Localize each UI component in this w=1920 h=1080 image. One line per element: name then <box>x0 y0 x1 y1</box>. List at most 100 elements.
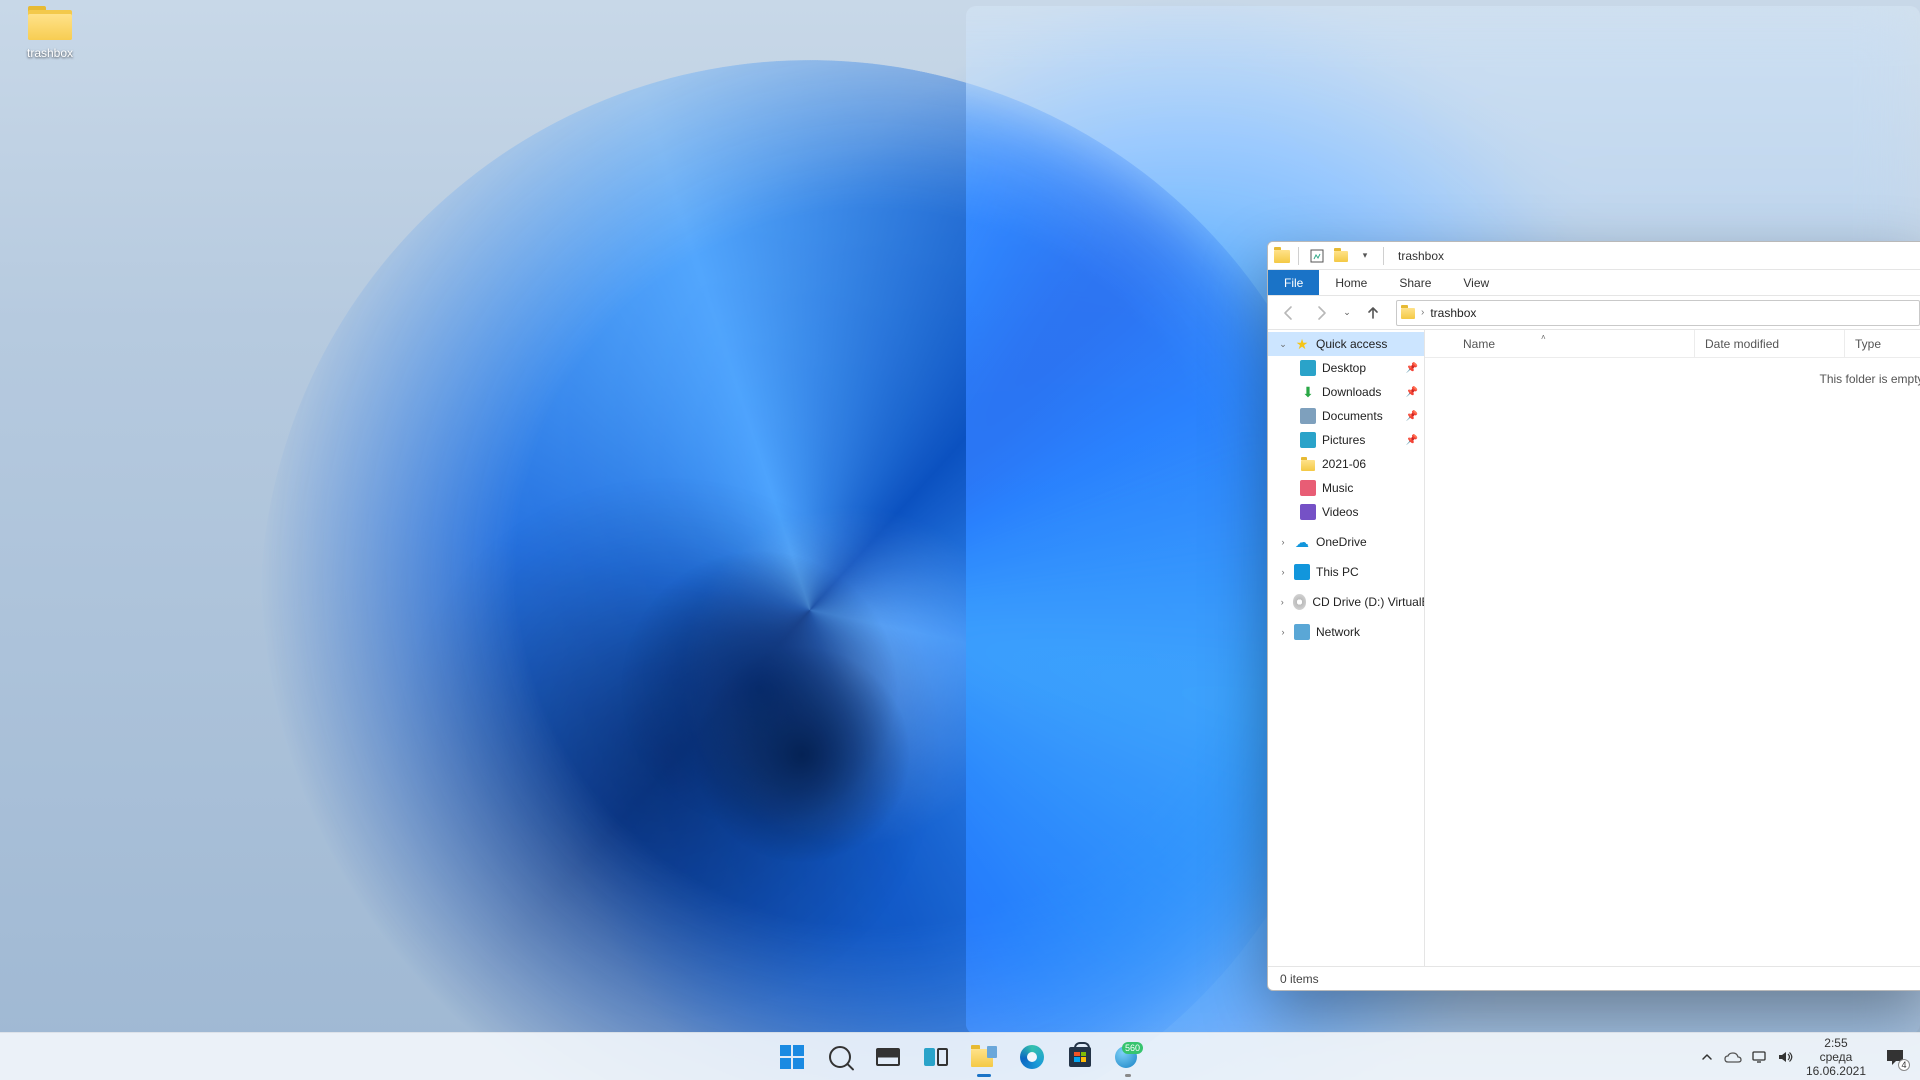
navpane-onedrive[interactable]: › ☁ OneDrive <box>1268 530 1424 554</box>
nav-up-button[interactable] <box>1358 299 1388 327</box>
column-type[interactable]: Type <box>1845 330 1920 357</box>
taskbar-center: 560 <box>770 1033 1150 1080</box>
column-date[interactable]: Date modified <box>1695 330 1845 357</box>
tray-volume-icon[interactable] <box>1774 1037 1796 1077</box>
ribbon-tab-home[interactable]: Home <box>1319 270 1383 295</box>
sort-asc-icon: ˄ <box>1541 333 1546 342</box>
window-icon <box>1274 248 1290 264</box>
navpane-recent-folder[interactable]: 2021-06 <box>1268 452 1424 476</box>
pin-icon: 📌 <box>1406 411 1418 422</box>
navigation-pane[interactable]: ⌄ ★ Quick access Desktop 📌 ⬇ Downloads 📌… <box>1268 330 1425 966</box>
pin-icon: 📌 <box>1406 387 1418 398</box>
separator <box>1298 247 1299 265</box>
explorer-body: ⌄ ★ Quick access Desktop 📌 ⬇ Downloads 📌… <box>1268 330 1920 966</box>
disc-icon <box>1293 594 1307 610</box>
desktop-icon <box>1300 360 1316 376</box>
navpane-label: OneDrive <box>1316 535 1367 549</box>
taskbar-app-edge[interactable] <box>1010 1035 1054 1079</box>
network-icon <box>1294 624 1310 640</box>
column-label: Date modified <box>1705 337 1779 351</box>
navpane-music[interactable]: Music <box>1268 476 1424 500</box>
navpane-desktop[interactable]: Desktop 📌 <box>1268 356 1424 380</box>
window-title: trashbox <box>1398 249 1444 263</box>
navpane-quick-access[interactable]: ⌄ ★ Quick access <box>1268 332 1424 356</box>
start-button[interactable] <box>770 1035 814 1079</box>
tray-network-icon[interactable] <box>1748 1037 1770 1077</box>
star-icon: ★ <box>1294 336 1310 352</box>
taskbar[interactable]: 560 2:55 среда 16.06.2021 <box>0 1032 1920 1080</box>
desktop-icon-label: trashbox <box>10 46 90 60</box>
qat-properties-icon[interactable] <box>1307 245 1327 267</box>
navpane-label: 2021-06 <box>1322 457 1366 471</box>
chevron-right-icon[interactable]: › <box>1278 537 1288 547</box>
status-items: 0 items <box>1280 972 1319 986</box>
navpane-label: This PC <box>1316 565 1359 579</box>
navpane-label: Pictures <box>1322 433 1365 447</box>
navpane-this-pc[interactable]: › This PC <box>1268 560 1424 584</box>
qat-newfolder-icon[interactable] <box>1331 245 1351 267</box>
breadcrumb-item[interactable]: trashbox <box>1430 306 1476 320</box>
music-icon <box>1300 480 1316 496</box>
column-name[interactable]: Name ˄ <box>1425 330 1695 357</box>
tray-onedrive-icon[interactable] <box>1722 1037 1744 1077</box>
globe-icon: 560 <box>1115 1046 1141 1068</box>
column-headers: Name ˄ Date modified Type <box>1425 330 1920 358</box>
navpane-label: Downloads <box>1322 385 1381 399</box>
taskbar-app-chat[interactable]: 560 <box>1106 1035 1150 1079</box>
tray-chevron-button[interactable] <box>1696 1037 1718 1077</box>
ribbon-tabs: File Home Share View <box>1268 270 1920 296</box>
pin-icon: 📌 <box>1406 435 1418 446</box>
chevron-right-icon: › <box>1421 307 1424 318</box>
pc-icon <box>1294 564 1310 580</box>
taskview-button[interactable] <box>866 1035 910 1079</box>
navpane-label: Network <box>1316 625 1360 639</box>
folder-icon <box>1401 306 1415 319</box>
navpane-label: Videos <box>1322 505 1358 519</box>
documents-icon <box>1300 408 1316 424</box>
separator <box>1383 247 1384 265</box>
navpane-pictures[interactable]: Pictures 📌 <box>1268 428 1424 452</box>
clock-day: среда <box>1806 1050 1866 1064</box>
search-button[interactable] <box>818 1035 862 1079</box>
taskbar-app-file-explorer[interactable] <box>962 1035 1006 1079</box>
navpane-cd-drive[interactable]: › CD Drive (D:) VirtualBox <box>1268 590 1424 614</box>
widgets-button[interactable] <box>914 1035 958 1079</box>
chevron-right-icon[interactable]: › <box>1278 627 1288 637</box>
nav-back-button[interactable] <box>1274 299 1304 327</box>
ribbon-tab-share[interactable]: Share <box>1383 270 1447 295</box>
nav-recent-button[interactable]: ⌄ <box>1338 299 1356 327</box>
address-bar[interactable]: › trashbox <box>1396 300 1920 326</box>
chevron-right-icon[interactable]: › <box>1278 567 1288 577</box>
navpane-label: Music <box>1322 481 1353 495</box>
edge-icon <box>1020 1045 1044 1069</box>
navpane-label: CD Drive (D:) VirtualBox <box>1312 595 1424 609</box>
file-explorer-icon <box>971 1046 997 1068</box>
ribbon-tab-view[interactable]: View <box>1447 270 1505 295</box>
column-label: Type <box>1855 337 1881 351</box>
taskview-icon <box>876 1048 900 1066</box>
taskbar-app-store[interactable] <box>1058 1035 1102 1079</box>
file-explorer-window[interactable]: ▾ trashbox File Home Share View ⌄ › <box>1267 241 1920 991</box>
desktop[interactable]: trashbox ▾ trashbox File Home Share View <box>0 0 1920 1080</box>
desktop-icon-trashbox[interactable]: trashbox <box>10 6 90 60</box>
chevron-down-icon[interactable]: ⌄ <box>1278 339 1288 350</box>
notification-badge: 4 <box>1898 1059 1910 1071</box>
navpane-videos[interactable]: Videos <box>1268 500 1424 524</box>
notifications-button[interactable]: 4 <box>1876 1037 1914 1077</box>
content-pane[interactable]: Name ˄ Date modified Type This folder is… <box>1425 330 1920 966</box>
ribbon-tab-file[interactable]: File <box>1268 270 1319 295</box>
store-icon <box>1069 1047 1091 1067</box>
download-icon: ⬇ <box>1300 384 1316 400</box>
taskbar-clock[interactable]: 2:55 среда 16.06.2021 <box>1800 1036 1872 1078</box>
titlebar[interactable]: ▾ trashbox <box>1268 242 1920 270</box>
chevron-right-icon[interactable]: › <box>1278 597 1287 607</box>
folder-icon <box>28 6 72 42</box>
clock-date: 16.06.2021 <box>1806 1064 1866 1078</box>
qat-customize-icon[interactable]: ▾ <box>1355 245 1375 267</box>
column-label: Name <box>1463 337 1495 351</box>
navpane-documents[interactable]: Documents 📌 <box>1268 404 1424 428</box>
nav-forward-button[interactable] <box>1306 299 1336 327</box>
navpane-downloads[interactable]: ⬇ Downloads 📌 <box>1268 380 1424 404</box>
navpane-network[interactable]: › Network <box>1268 620 1424 644</box>
status-bar: 0 items <box>1268 966 1920 990</box>
